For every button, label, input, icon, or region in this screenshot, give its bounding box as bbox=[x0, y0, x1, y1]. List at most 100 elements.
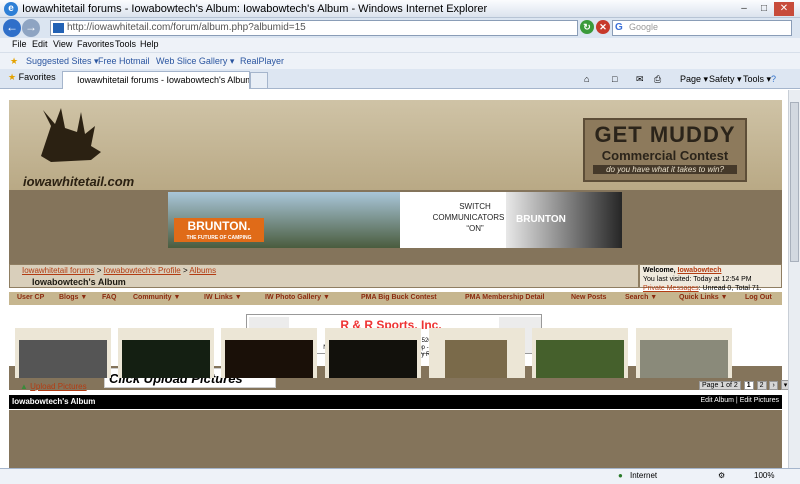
page-menu[interactable]: Page ▾ bbox=[680, 74, 708, 85]
ie-icon: e bbox=[4, 2, 18, 16]
album-thumbnail[interactable] bbox=[429, 328, 525, 378]
upload-pictures-link[interactable]: Upload Pictures bbox=[30, 382, 86, 391]
welcome-box: Welcome, Iowabowtech You last visited: T… bbox=[639, 264, 782, 292]
menu-bar: File Edit View Favorites Tools Help bbox=[0, 38, 800, 52]
refresh-icon[interactable]: ↻ bbox=[580, 20, 594, 34]
tab-title: Iowawhitetail forums - Iowabowtech's Alb… bbox=[77, 75, 249, 85]
tab-active[interactable]: Iowawhitetail forums - Iowabowtech's Alb… bbox=[62, 71, 250, 89]
nav-iw-links[interactable]: IW Links ▼ bbox=[204, 294, 242, 301]
album-actions: Edit Album | Edit Pictures bbox=[700, 397, 779, 404]
address-url: http://iowawhitetail.com/forum/album.php… bbox=[67, 22, 306, 33]
nav-search[interactable]: Search ▼ bbox=[625, 294, 657, 301]
thumbnail-image bbox=[640, 340, 728, 378]
menu-favorites[interactable]: Favorites bbox=[77, 39, 114, 49]
menu-edit[interactable]: Edit bbox=[32, 39, 48, 49]
album-thumbnail[interactable] bbox=[532, 328, 628, 378]
favorites-label: Favorites bbox=[18, 72, 56, 82]
album-thumbnail[interactable] bbox=[221, 328, 317, 378]
link-suggested-sites[interactable]: Suggested Sites ▾ bbox=[26, 56, 99, 67]
album-thumbnail[interactable] bbox=[15, 328, 111, 378]
help-icon[interactable]: ? bbox=[771, 74, 776, 84]
site-favicon-icon bbox=[53, 23, 64, 33]
title-bar: e Iowawhitetail forums - Iowabowtech's A… bbox=[0, 0, 800, 18]
print-icon[interactable]: ⎙ bbox=[654, 74, 661, 85]
pager-page-2[interactable]: 2 bbox=[756, 381, 767, 390]
scrollbar-thumb[interactable] bbox=[790, 102, 799, 262]
brunton-ad[interactable]: BRUNTON. THE FUTURE OF CAMPING bbox=[168, 192, 400, 248]
zoom-level[interactable]: 100% bbox=[754, 471, 774, 480]
get-muddy-ad[interactable]: GET MUDDY Commercial Contest do you have… bbox=[583, 118, 747, 182]
back-button[interactable]: ← bbox=[3, 19, 21, 37]
edit-pictures-link[interactable]: Edit Pictures bbox=[740, 397, 779, 404]
album-title: Iowabowtech's Album bbox=[12, 397, 96, 406]
menu-view[interactable]: View bbox=[53, 39, 72, 49]
forward-button[interactable]: → bbox=[22, 19, 40, 37]
feeds-icon[interactable]: □ bbox=[612, 74, 617, 84]
link-realplayer[interactable]: RealPlayer bbox=[240, 56, 284, 66]
pager-menu[interactable]: ▾ bbox=[780, 380, 788, 390]
mail-icon[interactable]: ✉ bbox=[636, 74, 644, 85]
thumbnail-strip bbox=[9, 410, 782, 468]
status-zone: Internet bbox=[630, 471, 658, 480]
nav-quick-links[interactable]: Quick Links ▼ bbox=[679, 294, 728, 301]
nav-user-cp[interactable]: User CP bbox=[17, 294, 44, 301]
upload-icon: ▲ bbox=[20, 382, 28, 391]
nav-bar: User CP Blogs ▼ FAQ Community ▼ IW Links… bbox=[9, 292, 782, 305]
pager: Page 1 of 2 1 2 › ▾ bbox=[698, 380, 788, 390]
ad-line2: Commercial Contest bbox=[601, 148, 729, 163]
search-placeholder: Google bbox=[629, 22, 659, 32]
welcome-label: Welcome, bbox=[643, 267, 676, 274]
album-thumbnail[interactable] bbox=[118, 328, 214, 378]
menu-tools[interactable]: Tools bbox=[115, 39, 136, 49]
minimize-button[interactable]: – bbox=[734, 2, 754, 16]
brunton-brand: BRUNTON. bbox=[187, 219, 251, 233]
new-tab-button[interactable] bbox=[250, 72, 268, 88]
tools-menu[interactable]: Tools ▾ bbox=[743, 74, 771, 85]
switch-device: BRUNTON bbox=[506, 192, 622, 248]
link-web-slice-gallery[interactable]: Web Slice Gallery ▾ bbox=[156, 56, 234, 67]
site-logo[interactable]: iowawhitetail.com bbox=[23, 174, 134, 189]
breadcrumb: Iowawhitetail forums > Iowabowtech's Pro… bbox=[22, 266, 217, 275]
album-thumbnail[interactable] bbox=[325, 328, 421, 378]
thumbnail-image bbox=[329, 340, 417, 378]
nav-faq[interactable]: FAQ bbox=[102, 294, 116, 301]
menu-file[interactable]: File bbox=[12, 39, 27, 49]
nav-new-posts[interactable]: New Posts bbox=[571, 294, 606, 301]
crumb-forums[interactable]: Iowawhitetail forums bbox=[22, 266, 94, 275]
crumb-profile[interactable]: Iowabowtech's Profile bbox=[104, 266, 181, 275]
thumbnail-image bbox=[19, 340, 107, 378]
star-icon: ★ bbox=[10, 56, 19, 66]
favorites-button[interactable]: ★ Favorites bbox=[8, 72, 56, 83]
nav-log-out[interactable]: Log Out bbox=[745, 294, 772, 301]
page-content: iowawhitetail.com GET MUDDY Commercial C… bbox=[0, 90, 788, 468]
nav-membership[interactable]: PMA Membership Detail bbox=[465, 294, 544, 301]
ad-line1: GET MUDDY bbox=[594, 122, 736, 147]
nav-big-buck[interactable]: PMA Big Buck Contest bbox=[361, 294, 437, 301]
close-button[interactable]: ✕ bbox=[774, 2, 794, 16]
user-link[interactable]: Iowabowtech bbox=[678, 267, 722, 274]
crumb-albums[interactable]: Albums bbox=[189, 266, 216, 275]
maximize-button[interactable]: □ bbox=[754, 2, 774, 16]
nav-community[interactable]: Community ▼ bbox=[133, 294, 180, 301]
stop-icon[interactable]: ✕ bbox=[596, 20, 610, 34]
page-scrollbar[interactable] bbox=[788, 90, 800, 468]
pager-page-1[interactable]: 1 bbox=[743, 381, 754, 390]
brunton-tagline: THE FUTURE OF CAMPING bbox=[186, 235, 252, 241]
site-banner: iowawhitetail.com GET MUDDY Commercial C… bbox=[9, 100, 782, 190]
pager-label: Page 1 of 2 bbox=[699, 381, 741, 390]
address-bar[interactable]: http://iowawhitetail.com/forum/album.php… bbox=[50, 20, 578, 36]
safety-menu[interactable]: Safety ▾ bbox=[709, 74, 742, 85]
nav-photo-gallery[interactable]: IW Photo Gallery ▼ bbox=[265, 294, 330, 301]
protected-mode-icon[interactable]: ⚙ bbox=[718, 471, 725, 480]
pager-next[interactable]: › bbox=[769, 381, 778, 390]
nav-blogs[interactable]: Blogs ▼ bbox=[59, 294, 87, 301]
favorites-star-icon: ★ bbox=[8, 72, 17, 82]
edit-album-link[interactable]: Edit Album bbox=[701, 397, 734, 404]
home-icon[interactable]: ⌂ bbox=[584, 74, 589, 84]
search-box[interactable]: G Google bbox=[612, 20, 792, 36]
menu-help[interactable]: Help bbox=[140, 39, 159, 49]
switch-ad[interactable]: SWITCH COMMUNICATORS TO “ON” BRUNTON bbox=[400, 192, 622, 248]
link-free-hotmail[interactable]: Free Hotmail bbox=[98, 56, 150, 66]
album-thumbnail[interactable] bbox=[636, 328, 732, 378]
private-messages-link[interactable]: Private Messages bbox=[643, 285, 699, 292]
